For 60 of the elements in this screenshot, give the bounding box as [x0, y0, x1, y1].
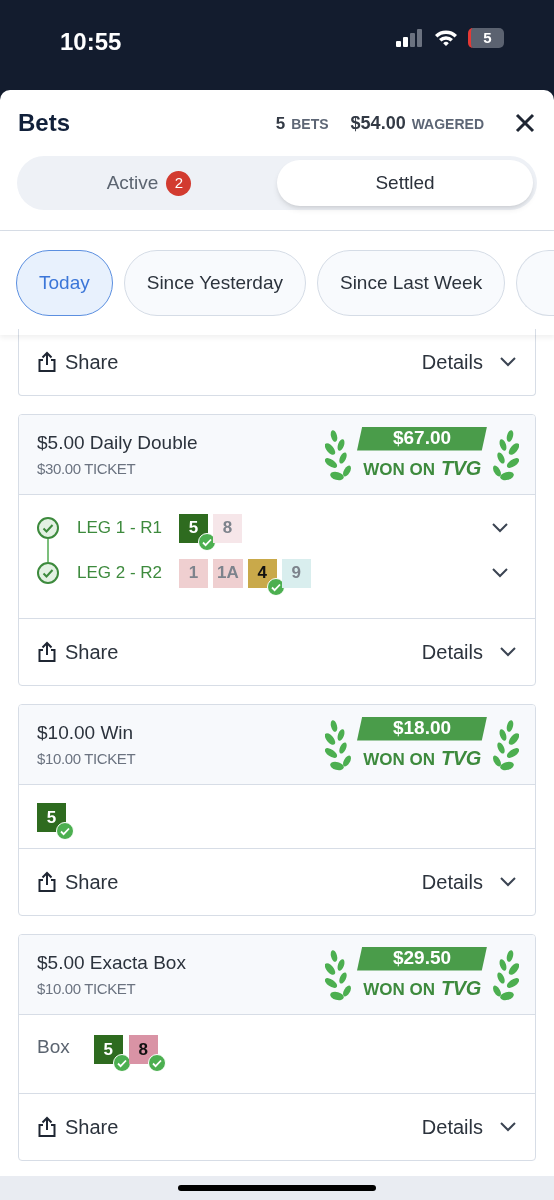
- wagered-amount: $54.00: [350, 111, 406, 135]
- runner-number: 1: [179, 558, 208, 588]
- close-button[interactable]: [514, 112, 536, 134]
- winnings-banner: $29.50: [357, 946, 487, 971]
- won-on-label: WON ON: [363, 748, 436, 771]
- share-icon: [37, 871, 57, 893]
- ticket-cost: $30.00 TICKET: [37, 458, 137, 479]
- ticket-cost: $10.00 TICKET: [37, 748, 136, 769]
- clock-time: 10:55: [60, 27, 122, 57]
- bet-count: 5: [275, 112, 286, 135]
- wagered-label: WAGERED: [411, 114, 484, 134]
- check-icon: [147, 1054, 166, 1072]
- bets-label: BETS: [291, 114, 329, 134]
- wifi-icon: [434, 29, 458, 47]
- expand-button[interactable]: [491, 567, 509, 579]
- won-on-label: WON ON: [363, 458, 436, 481]
- details-button[interactable]: Details: [421, 347, 517, 377]
- details-button[interactable]: Details: [421, 1112, 517, 1142]
- runner-number: 1A: [213, 558, 243, 588]
- chevron-down-icon: [499, 646, 517, 658]
- expand-button[interactable]: [491, 522, 509, 534]
- leg-label: LEG 2 - R2: [77, 562, 164, 585]
- brand-logo: TVG: [441, 745, 481, 771]
- filter-chip[interactable]: Since Yesterday: [123, 250, 306, 316]
- signal-icon: [396, 29, 424, 47]
- chevron-down-icon: [499, 876, 517, 888]
- runner-number: 8: [213, 513, 242, 543]
- filter-chip[interactable]: Today: [16, 250, 113, 316]
- bet-title: $5.00 Exacta Box: [37, 951, 186, 975]
- count-badge: 2: [166, 170, 192, 196]
- chevron-down-icon: [499, 356, 517, 368]
- share-button[interactable]: Share: [37, 867, 119, 897]
- chevron-down-icon: [499, 1121, 517, 1133]
- details-button[interactable]: Details: [421, 867, 517, 897]
- sheet-title: Bets: [18, 108, 71, 138]
- share-button[interactable]: Share: [37, 347, 119, 377]
- check-icon: [112, 1054, 131, 1072]
- segment-tab[interactable]: Settled: [277, 160, 533, 206]
- selection-label: Box: [37, 1035, 70, 1059]
- connector-line: [47, 539, 49, 562]
- share-button[interactable]: Share: [37, 1112, 119, 1142]
- bet-title: $10.00 Win: [37, 721, 135, 745]
- battery-icon: 5: [468, 28, 504, 48]
- share-icon: [37, 1116, 57, 1138]
- winnings-banner: $18.00: [357, 716, 487, 741]
- details-button[interactable]: Details: [421, 637, 517, 667]
- filter-chip[interactable]: Since Last Week: [316, 250, 506, 316]
- segment-tab[interactable]: Active 2: [21, 160, 277, 206]
- check-icon: [56, 822, 74, 840]
- brand-logo: TVG: [441, 455, 481, 481]
- brand-logo: TVG: [441, 975, 481, 1001]
- share-icon: [37, 641, 57, 663]
- runner-number: 9: [281, 558, 311, 588]
- leg-label: LEG 1 - R1: [77, 517, 164, 540]
- ticket-cost: $10.00 TICKET: [37, 978, 137, 999]
- share-button[interactable]: Share: [37, 637, 119, 667]
- bet-title: $5.00 Daily Double: [37, 431, 198, 455]
- won-on-label: WON ON: [363, 978, 436, 1001]
- share-icon: [37, 351, 57, 373]
- winnings-banner: $67.00: [357, 426, 487, 451]
